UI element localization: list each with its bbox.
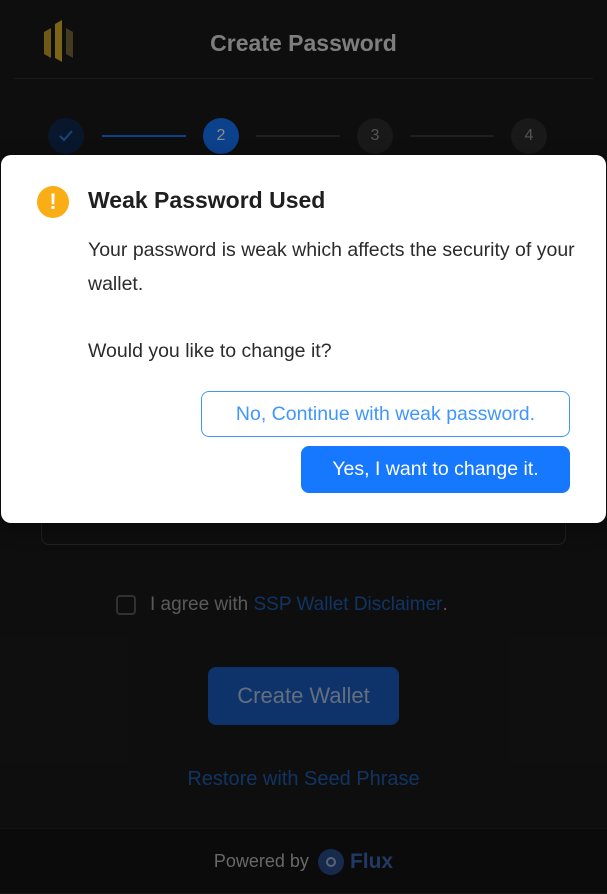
change-password-button[interactable]: Yes, I want to change it. (301, 446, 570, 493)
dialog-title: Weak Password Used (88, 187, 326, 213)
dialog-message: Your password is weak which affects the … (88, 239, 575, 295)
dialog-question: Would you like to change it? (88, 340, 332, 362)
dialog-body: Your password is weak which affects the … (88, 233, 578, 368)
continue-weak-password-button[interactable]: No, Continue with weak password. (201, 391, 570, 437)
warning-icon: ! (37, 186, 69, 218)
